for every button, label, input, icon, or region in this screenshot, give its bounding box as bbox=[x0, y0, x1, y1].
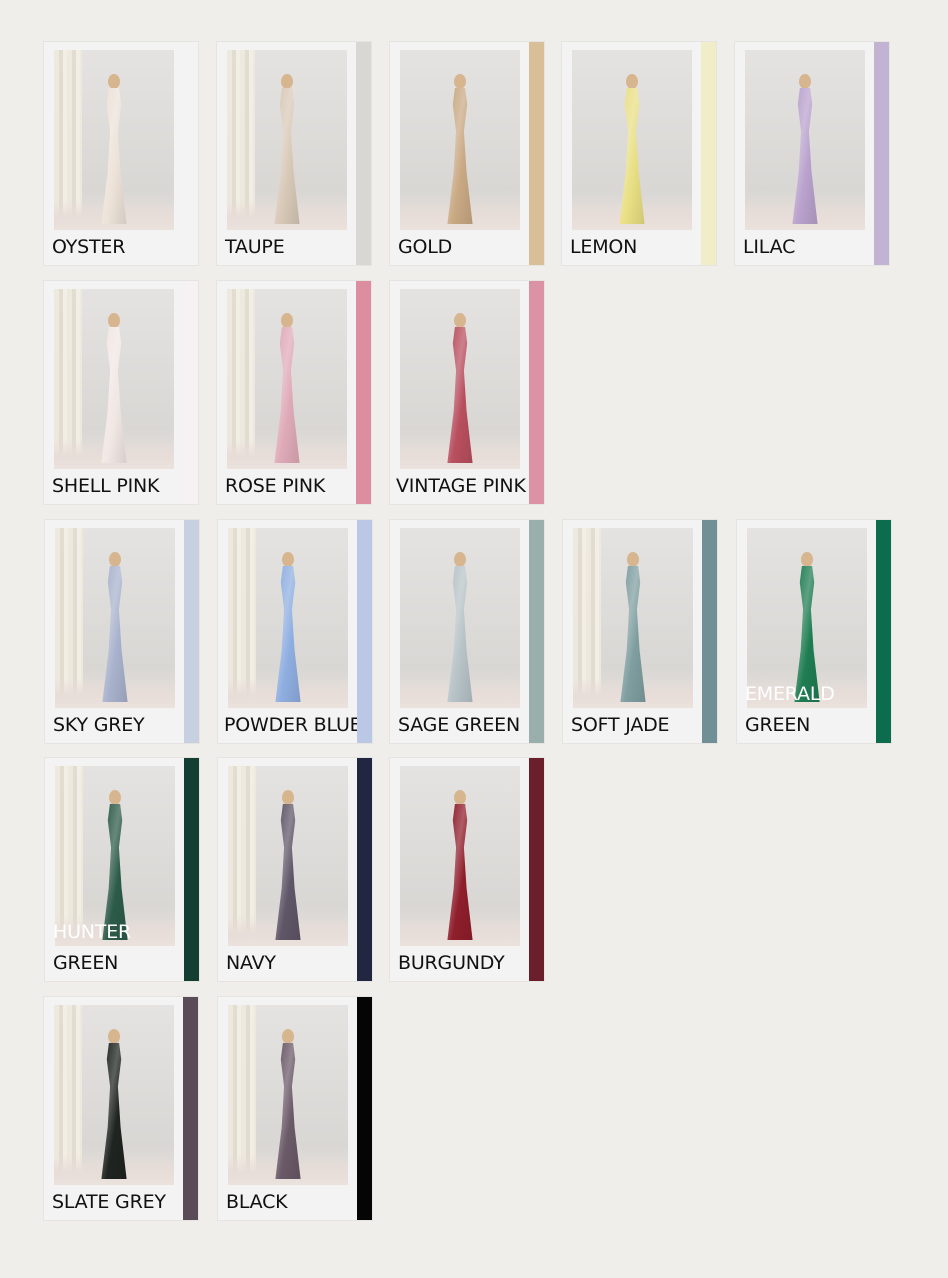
dress-photo bbox=[54, 289, 174, 469]
colour-label: ROSE PINK bbox=[225, 475, 326, 497]
colour-label: BLACK bbox=[226, 1191, 288, 1213]
colour-swatch bbox=[702, 520, 717, 743]
colour-swatch bbox=[183, 997, 198, 1220]
colour-card-soft-jade[interactable]: SOFT JADE bbox=[563, 520, 717, 743]
colour-card-shell-pink[interactable]: SHELL PINK bbox=[44, 281, 198, 504]
colour-card-vintage-pink[interactable]: VINTAGE PINK bbox=[390, 281, 544, 504]
dress-photo bbox=[400, 289, 520, 469]
colour-swatch bbox=[357, 758, 372, 981]
colour-swatch bbox=[529, 520, 544, 743]
colour-card-hunter-green[interactable]: HUNTER GREEN bbox=[45, 758, 199, 981]
colour-label: SKY GREY bbox=[53, 714, 145, 736]
colour-label: OYSTER bbox=[52, 236, 126, 258]
colour-label: GOLD bbox=[398, 236, 453, 258]
colour-label: VINTAGE PINK bbox=[396, 475, 526, 497]
dress-photo bbox=[227, 50, 347, 230]
colour-label: SOFT JADE bbox=[571, 714, 670, 736]
dress-photo bbox=[747, 528, 867, 708]
colour-label: SHELL PINK bbox=[52, 475, 160, 497]
colour-swatch bbox=[184, 520, 199, 743]
colour-label: TAUPE bbox=[225, 236, 285, 258]
colour-swatch bbox=[184, 758, 199, 981]
colour-card-oyster[interactable]: OYSTER bbox=[44, 42, 198, 265]
dress-photo bbox=[54, 1005, 174, 1185]
colour-card-burgundy[interactable]: BURGUNDY bbox=[390, 758, 544, 981]
dress-photo bbox=[745, 50, 865, 230]
colour-card-navy[interactable]: NAVY bbox=[218, 758, 372, 981]
colour-label: SAGE GREEN bbox=[398, 714, 520, 736]
colour-card-gold[interactable]: GOLD bbox=[390, 42, 544, 265]
colour-label-line-1: EMERALD bbox=[745, 683, 835, 705]
colour-label: BURGUNDY bbox=[398, 952, 505, 974]
colour-card-taupe[interactable]: TAUPE bbox=[217, 42, 371, 265]
colour-swatch bbox=[529, 281, 544, 504]
colour-swatch bbox=[876, 520, 891, 743]
dress-photo bbox=[572, 50, 692, 230]
dress-photo bbox=[55, 766, 175, 946]
colour-swatch bbox=[183, 281, 198, 504]
dress-photo bbox=[228, 528, 348, 708]
colour-swatch bbox=[356, 42, 371, 265]
colour-card-lemon[interactable]: LEMON bbox=[562, 42, 716, 265]
dress-photo bbox=[227, 289, 347, 469]
dress-photo bbox=[400, 50, 520, 230]
colour-card-rose-pink[interactable]: ROSE PINK bbox=[217, 281, 371, 504]
colour-label: SLATE GREY bbox=[52, 1191, 166, 1213]
colour-label: LEMON bbox=[570, 236, 638, 258]
colour-label: NAVY bbox=[226, 952, 276, 974]
colour-label-line-2: GREEN bbox=[745, 714, 811, 736]
colour-swatch bbox=[874, 42, 889, 265]
colour-swatch bbox=[357, 520, 372, 743]
colour-label-line-2: GREEN bbox=[53, 952, 119, 974]
dress-photo bbox=[228, 766, 348, 946]
dress-photo bbox=[54, 50, 174, 230]
colour-card-emerald-green[interactable]: EMERALD GREEN bbox=[737, 520, 891, 743]
colour-card-black[interactable]: BLACK bbox=[218, 997, 372, 1220]
colour-swatch bbox=[529, 42, 544, 265]
dress-photo bbox=[573, 528, 693, 708]
colour-card-sky-grey[interactable]: SKY GREY bbox=[45, 520, 199, 743]
colour-swatch bbox=[183, 42, 198, 265]
dress-photo bbox=[400, 528, 520, 708]
dress-photo bbox=[228, 1005, 348, 1185]
colour-card-powder-blue[interactable]: POWDER BLUE bbox=[218, 520, 372, 743]
dress-photo bbox=[55, 528, 175, 708]
colour-card-sage-green[interactable]: SAGE GREEN bbox=[390, 520, 544, 743]
colour-card-lilac[interactable]: LILAC bbox=[735, 42, 889, 265]
colour-label: POWDER BLUE bbox=[224, 714, 362, 736]
colour-card-slate-grey[interactable]: SLATE GREY bbox=[44, 997, 198, 1220]
colour-swatch bbox=[356, 281, 371, 504]
colour-label-line-1: HUNTER bbox=[53, 921, 132, 943]
colour-swatch bbox=[529, 758, 544, 981]
colour-swatch bbox=[357, 997, 372, 1220]
colour-label: LILAC bbox=[743, 236, 796, 258]
colour-swatch bbox=[701, 42, 716, 265]
dress-photo bbox=[400, 766, 520, 946]
